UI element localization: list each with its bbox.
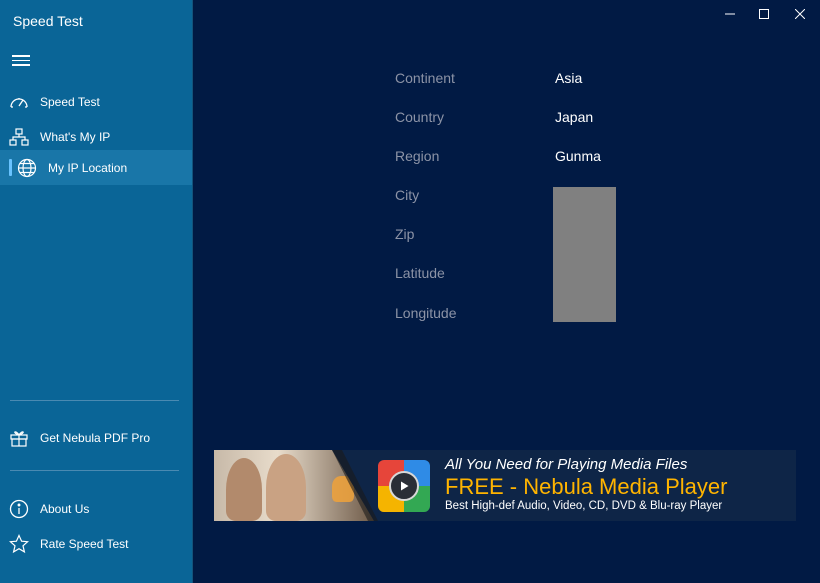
info-value: Asia: [555, 70, 583, 86]
info-label: Zip: [395, 226, 415, 242]
app-title: Speed Test: [13, 13, 83, 29]
sidebar-divider: [10, 470, 179, 471]
info-label: Region: [395, 148, 440, 164]
sidebar-item-about-us[interactable]: About Us: [0, 491, 192, 526]
sidebar-item-rate-speed-test[interactable]: Rate Speed Test: [0, 526, 192, 561]
sidebar-item-label: About Us: [40, 501, 90, 516]
info-label: Latitude: [395, 265, 445, 281]
info-label: Longitude: [395, 305, 457, 321]
banner-subtitle: Best High-def Audio, Video, CD, DVD & Bl…: [445, 500, 723, 512]
sidebar-divider: [10, 400, 179, 401]
redacted-block: [553, 187, 616, 322]
globe-icon: [16, 157, 38, 179]
sidebar-item-speed-test[interactable]: Speed Test: [0, 84, 192, 119]
info-value: Japan: [555, 109, 594, 125]
info-label: City: [395, 187, 420, 203]
media-player-logo-icon: [378, 460, 430, 512]
active-indicator: [9, 159, 12, 176]
info-label: Country: [395, 109, 445, 125]
sidebar-item-label: Get Nebula PDF Pro: [40, 430, 151, 445]
star-icon: [8, 533, 30, 555]
speedometer-icon: [8, 91, 30, 113]
info-value: Gunma: [555, 148, 601, 164]
hamburger-menu-icon[interactable]: [12, 52, 30, 68]
info-icon: [8, 498, 30, 520]
gift-icon: [8, 427, 30, 449]
banner-tagline: All You Need for Playing Media Files: [445, 456, 688, 473]
sidebar-item-label: Rate Speed Test: [40, 536, 129, 551]
sidebar-item-label: Speed Test: [40, 94, 100, 109]
sidebar-item-label: What's My IP: [40, 129, 111, 144]
maximize-button[interactable]: [754, 6, 774, 22]
minimize-button[interactable]: [720, 6, 740, 22]
sidebar-item-whats-my-ip[interactable]: What's My IP: [0, 119, 192, 154]
sidebar: Speed Test Speed Test What's My IP My IP…: [0, 0, 193, 583]
network-icon: [8, 126, 30, 148]
sidebar-item-my-ip-location[interactable]: My IP Location: [0, 150, 192, 185]
info-label: Continent: [395, 70, 455, 86]
sidebar-item-get-nebula-pdf-pro[interactable]: Get Nebula PDF Pro: [0, 420, 192, 455]
ad-banner[interactable]: All You Need for Playing Media Files FRE…: [214, 450, 796, 521]
banner-headline: FREE - Nebula Media Player: [445, 474, 728, 499]
play-icon: [389, 471, 419, 501]
close-button[interactable]: [790, 6, 810, 22]
sidebar-item-label: My IP Location: [48, 160, 128, 175]
